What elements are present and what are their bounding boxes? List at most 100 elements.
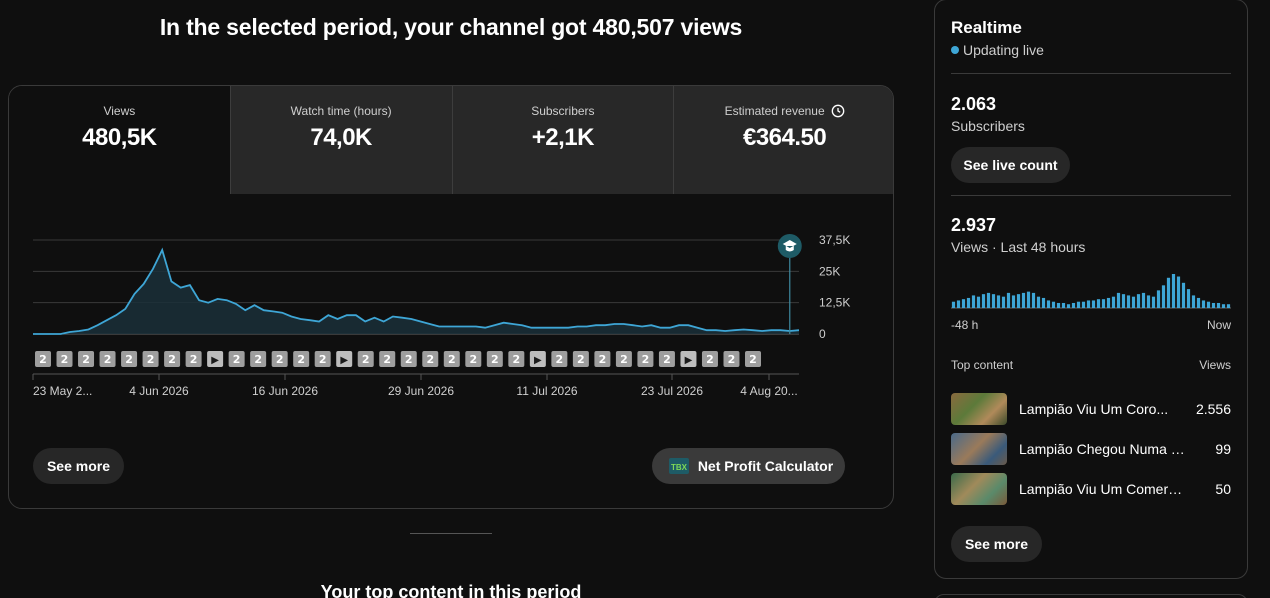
mini-bar	[1206, 301, 1211, 308]
live-dot-icon	[951, 46, 959, 54]
see-live-count-button[interactable]: See live count	[951, 147, 1070, 183]
mini-bar	[1051, 301, 1056, 308]
marker-label: 2	[620, 353, 628, 366]
marker-label: 2	[276, 353, 284, 366]
tab-label: Views	[103, 104, 136, 118]
list-item[interactable]: Lampião Viu Um Comerci... 50	[951, 473, 1231, 505]
tab-views[interactable]: Views 480,5K	[9, 86, 230, 194]
marker-label: 2	[706, 353, 714, 366]
tab-label: Estimated revenue	[724, 104, 825, 118]
marker-label: 2	[491, 353, 499, 366]
mini-bar	[1176, 276, 1181, 308]
y-tick-label: 12,5K	[819, 296, 850, 310]
mini-bar	[1001, 296, 1006, 308]
mini-bar	[961, 299, 966, 308]
mini-bar	[1041, 297, 1046, 308]
subscriber-count: 2.063	[951, 94, 997, 114]
mini-bar	[991, 294, 996, 308]
mini-bar	[1161, 285, 1166, 308]
marker-label: 2	[469, 353, 477, 366]
mini-bar	[1016, 294, 1021, 308]
mini-bar	[1096, 299, 1101, 308]
mini-bar	[1126, 295, 1131, 308]
mini-bar	[1066, 304, 1071, 308]
marker-label: 2	[168, 353, 176, 366]
mini-bar	[1196, 297, 1201, 308]
marker-label: 2	[190, 353, 198, 366]
mini-bar	[1076, 301, 1081, 308]
see-more-realtime-button[interactable]: See more	[951, 526, 1042, 562]
play-icon: ▶	[211, 355, 219, 366]
mini-bar	[1091, 300, 1096, 308]
clock-icon	[831, 104, 844, 118]
tab-watch-time[interactable]: Watch time (hours) 74,0K	[229, 86, 452, 194]
mini-bar	[1021, 292, 1026, 308]
mini-bar	[1116, 292, 1121, 308]
mini-bar	[1131, 296, 1136, 308]
realtime-panel: Realtime Updating live 2.063 Subscribers…	[934, 0, 1248, 579]
tab-subscribers[interactable]: Subscribers +2,1K	[451, 86, 674, 194]
mini-bar	[1221, 304, 1226, 308]
tab-estimated-revenue[interactable]: Estimated revenue €364.50	[673, 86, 893, 194]
svg-text:TBX: TBX	[671, 463, 688, 472]
marker-label: 2	[233, 353, 241, 366]
mini-bar	[1171, 274, 1176, 308]
x-tick-label: 23 May 2...	[33, 384, 92, 398]
mini-bar	[1201, 300, 1206, 308]
views-48h-label: Views · Last 48 hours	[951, 239, 1086, 255]
realtime-bar-chart	[951, 274, 1231, 309]
realtime-title: Realtime	[951, 18, 1022, 37]
list-item[interactable]: Lampião Chegou Numa F... 99	[951, 433, 1231, 465]
mini-bar	[1211, 302, 1216, 308]
marker-label: 2	[749, 353, 757, 366]
top-content-views-header: Views	[1199, 358, 1231, 372]
video-title: Lampião Chegou Numa F...	[1019, 441, 1189, 457]
tab-value: 74,0K	[310, 124, 372, 151]
mini-bar	[1086, 300, 1091, 308]
mini-bar	[1141, 292, 1146, 308]
x-tick-label: 23 Jul 2026	[641, 384, 703, 398]
divider	[951, 73, 1231, 74]
video-views: 50	[1215, 481, 1231, 497]
mini-bar	[1026, 291, 1031, 308]
tab-value: 480,5K	[82, 124, 157, 151]
marker-label: 2	[599, 353, 607, 366]
mini-axis-end: Now	[1206, 318, 1231, 332]
mini-bar	[1121, 294, 1126, 308]
views-chart: 37,5K25K12,5K02 2 2 2 2 2 2 2 ▶ 2 2 2 2 2 ▶ 2 2 2 2 2 2 2 2 ▶ 2 2…	[32, 233, 850, 398]
y-tick-label: 25K	[819, 264, 840, 278]
mini-bar	[1151, 296, 1156, 308]
video-views: 2.556	[1195, 401, 1231, 417]
mini-bar	[1061, 302, 1066, 308]
mini-bar	[1011, 295, 1016, 308]
x-tick-label: 11 Jul 2026	[516, 384, 577, 398]
net-profit-calculator-button[interactable]: TBX Net Profit Calculator	[652, 448, 845, 484]
next-panel	[934, 594, 1248, 598]
video-title: Lampião Viu Um Comerci...	[1019, 481, 1189, 497]
analytics-page: In the selected period, your channel got…	[0, 0, 1270, 598]
see-more-button[interactable]: See more	[33, 448, 124, 484]
mini-bar	[1056, 302, 1061, 308]
marker-label: 2	[319, 353, 327, 366]
x-tick-label: 16 Jun 2026	[252, 384, 318, 398]
mini-bar	[951, 301, 956, 308]
mini-bar	[986, 292, 991, 308]
mini-bar	[1191, 295, 1196, 308]
y-tick-label: 0	[819, 327, 826, 341]
marker-label: 2	[254, 353, 262, 366]
divider	[951, 195, 1231, 196]
mini-bar	[1101, 299, 1106, 308]
mini-bar	[1111, 296, 1116, 308]
page-title: In the selected period, your channel got…	[159, 14, 743, 40]
marker-label: 2	[448, 353, 456, 366]
mini-bar	[1071, 302, 1076, 308]
mini-bar	[1036, 296, 1041, 308]
live-status-label: Updating live	[963, 42, 1044, 58]
mini-bar	[1186, 289, 1191, 308]
x-tick-label: 29 Jun 2026	[388, 384, 454, 398]
marker-label: 2	[663, 353, 671, 366]
mini-bar	[1136, 294, 1141, 308]
marker-label: 2	[577, 353, 585, 366]
list-item[interactable]: Lampião Viu Um Coro... 2.556	[951, 393, 1231, 425]
series-area	[33, 250, 799, 334]
